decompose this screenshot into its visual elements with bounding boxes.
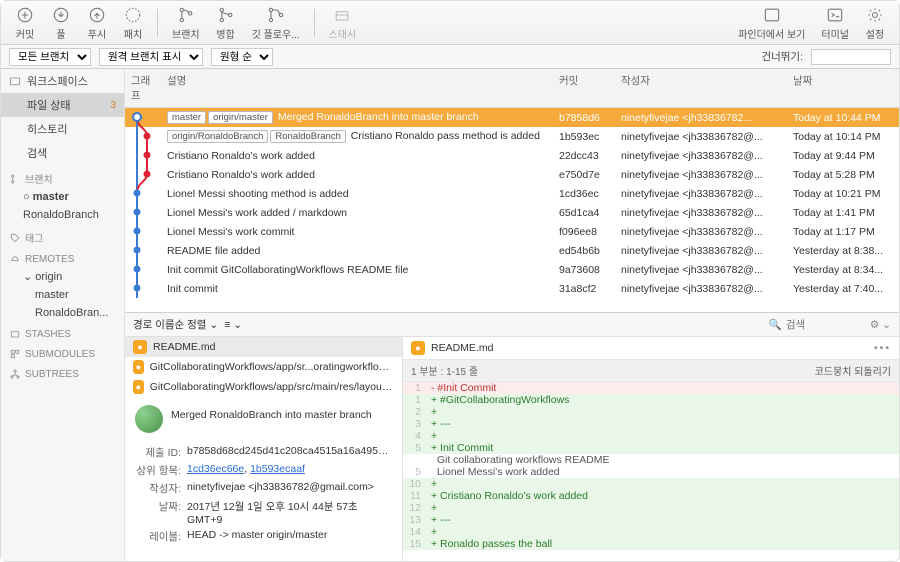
detail-panel: 경로 이름순 정렬 ⌄ ≡ ⌄ 🔍 ⚙︎ ⌄ ●README.md●GitCol… — [125, 312, 899, 561]
stash-button[interactable]: 스태시 — [323, 5, 363, 41]
sidebar-submodules-head[interactable]: SUBMODULES — [1, 342, 124, 362]
sidebar-branches-head[interactable]: 브랜치 — [1, 165, 124, 188]
commit-row[interactable]: Lionel Messi's work added / markdown65d1… — [125, 203, 899, 222]
sidebar-stashes-head[interactable]: STASHES — [1, 322, 124, 342]
jump-label: 건너뛰기: — [761, 49, 803, 64]
sort-dropdown[interactable]: 경로 이름순 정렬 ⌄ — [133, 317, 218, 332]
commit-row[interactable]: origin/RonaldoBranchRonaldoBranch Cristi… — [125, 127, 899, 146]
terminal-button[interactable]: 터미널 — [815, 5, 855, 41]
sidebar-file-status[interactable]: 파일 상태3 — [1, 93, 124, 117]
sidebar-workspace[interactable]: 워크스페이스 — [1, 69, 124, 93]
pull-button[interactable]: 풀 — [45, 5, 77, 41]
avatar — [135, 405, 163, 433]
file-item[interactable]: ●GitCollaboratingWorkflows/app/src/main/… — [125, 377, 402, 397]
order-filter[interactable]: 원형 순 — [211, 48, 273, 66]
merge-button[interactable]: 병합 — [210, 5, 242, 41]
sidebar-subtrees-head[interactable]: SUBTREES — [1, 362, 124, 382]
commit-row[interactable]: Lionel Messi's work commitf096ee8ninetyf… — [125, 222, 899, 241]
commit-row[interactable]: Lionel Messi shooting method is added1cd… — [125, 184, 899, 203]
commit-title: Merged RonaldoBranch into master branch — [171, 405, 372, 421]
commit-row[interactable]: README file addeded54b6bninetyfivejae <j… — [125, 241, 899, 260]
sidebar-origin-ronaldo[interactable]: RonaldoBran... — [1, 304, 124, 322]
filter-bar: 모든 브랜치 원격 브랜치 표시 원형 순 건너뛰기: — [1, 45, 899, 69]
file-item[interactable]: ●README.md — [125, 337, 402, 357]
commit-button[interactable]: 커밋 — [9, 5, 41, 41]
gear-icon[interactable]: ⚙︎ ⌄ — [870, 319, 891, 331]
revert-hunk-button[interactable]: 코드뭉치 되돌리기 — [815, 363, 891, 378]
commit-row[interactable]: Init commit31a8cf2ninetyfivejae <jh33836… — [125, 279, 899, 298]
remote-filter[interactable]: 원격 브랜치 표시 — [99, 48, 203, 66]
search-icon: 🔍 — [769, 318, 782, 331]
commit-row[interactable]: Init commit GitCollaboratingWorkflows RE… — [125, 260, 899, 279]
gitflow-button[interactable]: 깃 플로우... — [246, 5, 306, 41]
detail-toolbar: 경로 이름순 정렬 ⌄ ≡ ⌄ 🔍 ⚙︎ ⌄ — [125, 313, 899, 337]
app-toolbar: 커밋 풀 푸시 패치 브랜치 병합 깃 플로우... 스태시 파인더에서 보기 … — [1, 1, 899, 45]
commits-header: 그래프 설명 커밋 작성자 날짜 — [125, 69, 899, 108]
settings-button[interactable]: 설정 — [859, 5, 891, 41]
file-list-pane: ●README.md●GitCollaboratingWorkflows/app… — [125, 337, 403, 561]
file-item[interactable]: ●GitCollaboratingWorkflows/app/sr...orat… — [125, 357, 402, 377]
list-toggle[interactable]: ≡ ⌄ — [224, 319, 242, 331]
commit-row[interactable]: Cristiano Ronaldo's work added22dcc43nin… — [125, 146, 899, 165]
commits-list: masterorigin/master Merged RonaldoBranch… — [125, 108, 899, 312]
commit-row[interactable]: Cristiano Ronaldo's work addede750d7enin… — [125, 165, 899, 184]
fetch-button[interactable]: 패치 — [117, 5, 149, 41]
commit-row[interactable]: masterorigin/master Merged RonaldoBranch… — [125, 108, 899, 127]
parent-link-1[interactable]: 1cd36ec66e — [187, 463, 244, 475]
sidebar: 워크스페이스 파일 상태3 히스토리 검색 브랜치 ○ master Ronal… — [1, 69, 125, 561]
finder-button[interactable]: 파인더에서 보기 — [732, 5, 811, 41]
commit-meta-grid: 제출 ID:b7858d68cd245d41c208ca4515a16a4957… — [125, 441, 402, 548]
sidebar-remotes-head[interactable]: REMOTES — [1, 247, 124, 267]
push-button[interactable]: 푸시 — [81, 5, 113, 41]
diff-more-icon[interactable]: ••• — [874, 342, 891, 354]
sidebar-branch-ronaldo[interactable]: RonaldoBranch — [1, 206, 124, 224]
file-search-input[interactable] — [786, 319, 856, 331]
sidebar-remote-origin[interactable]: ⌄ origin — [1, 267, 124, 286]
sidebar-origin-master[interactable]: master — [1, 286, 124, 304]
sidebar-branch-master[interactable]: ○ master — [1, 188, 124, 206]
sidebar-tags-head[interactable]: 태그 — [1, 224, 124, 247]
file-badge-icon: ● — [411, 341, 425, 355]
diff-body[interactable]: 1- #Init Commit1+ #GitCollaboratingWorkf… — [403, 382, 899, 561]
sidebar-search[interactable]: 검색 — [1, 141, 124, 165]
jump-input[interactable] — [811, 49, 891, 65]
parent-link-2[interactable]: 1b593ecaaf — [250, 463, 305, 475]
branch-button[interactable]: 브랜치 — [166, 5, 206, 41]
hunk-label: 1 부분 : 1-15 줄 — [411, 363, 478, 378]
branch-filter[interactable]: 모든 브랜치 — [9, 48, 91, 66]
diff-pane: ● README.md ••• 1 부분 : 1-15 줄 코드뭉치 되돌리기 … — [403, 337, 899, 561]
diff-filename: README.md — [431, 342, 493, 354]
commit-summary: Merged RonaldoBranch into master branch — [125, 397, 402, 441]
sidebar-history[interactable]: 히스토리 — [1, 117, 124, 141]
